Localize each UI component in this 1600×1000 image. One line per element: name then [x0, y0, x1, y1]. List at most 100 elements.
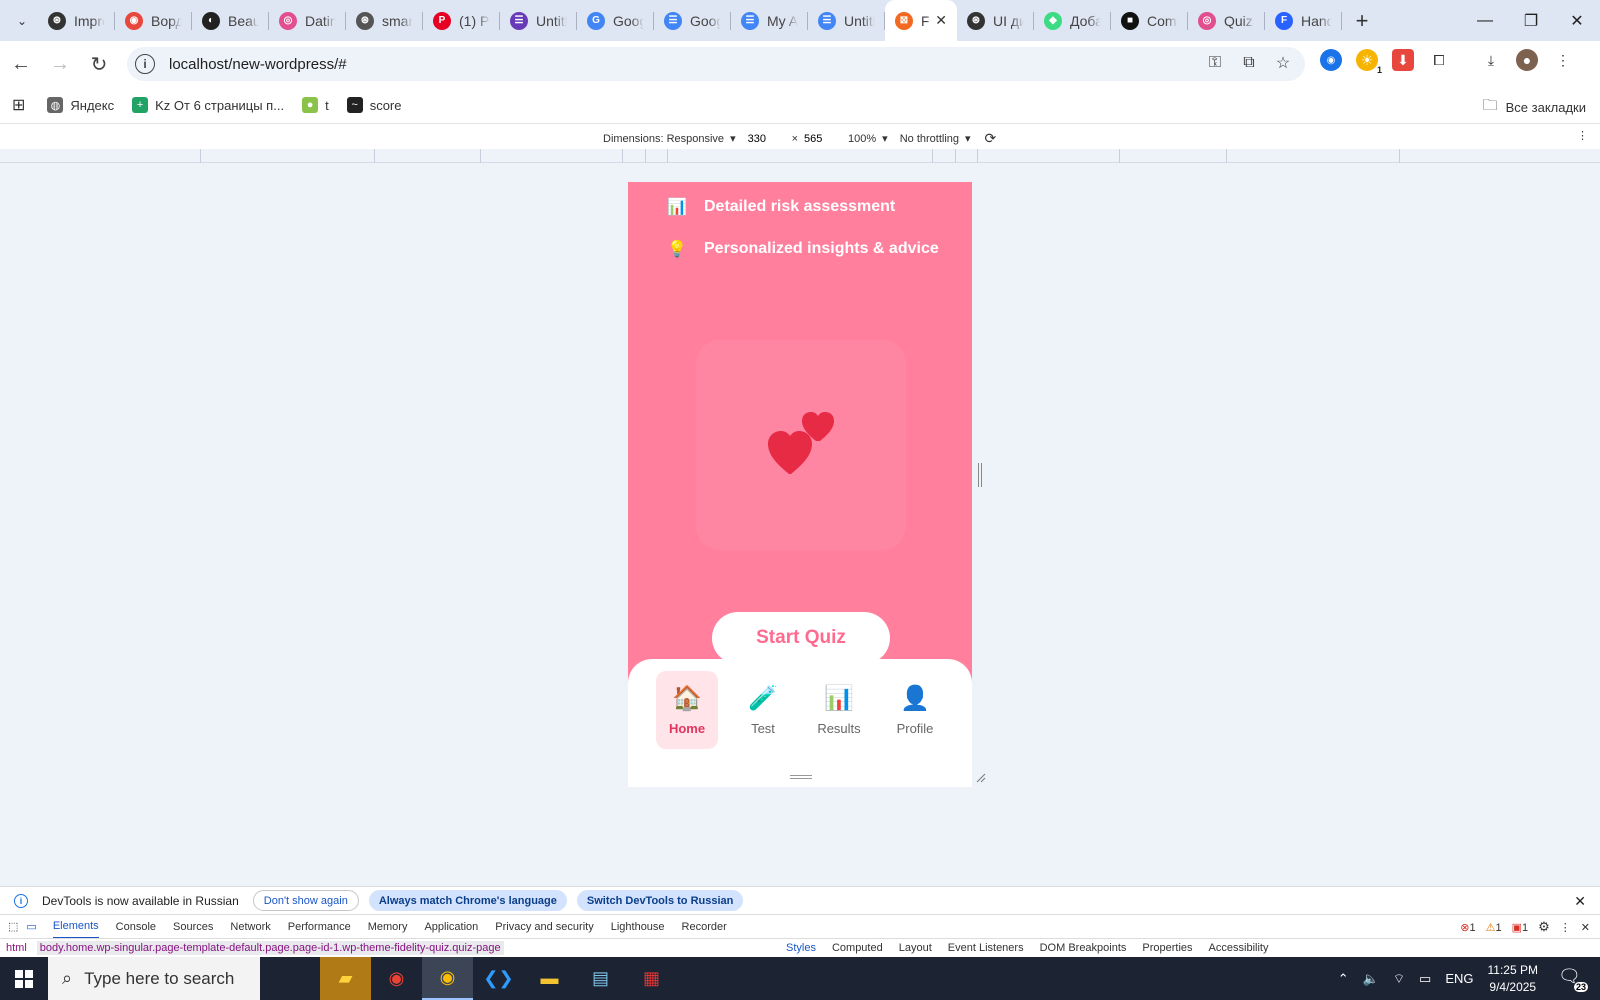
inspect-icon[interactable]: ⬚ [8, 920, 18, 933]
winrar-icon[interactable]: ▦ [626, 957, 677, 1000]
menu-kebab-icon[interactable]: ⋮ [1552, 49, 1574, 71]
vscode-icon[interactable]: ❮❯ [473, 957, 524, 1000]
browser-tab[interactable]: ◎ Datin [269, 0, 346, 41]
back-button[interactable]: ← [3, 46, 39, 82]
browser-tab[interactable]: ◆ Доба [1034, 0, 1111, 41]
bookmark-item[interactable]: ● t [302, 97, 329, 113]
restore-button[interactable]: ❐ [1508, 0, 1554, 41]
switch-russian-button[interactable]: Switch DevTools to Russian [576, 890, 744, 911]
clock[interactable]: 11:25 PM 9/4/2025 [1488, 962, 1538, 996]
sticky-notes-icon[interactable]: ▰ [320, 957, 371, 1000]
close-icon[interactable]: ✕ [1574, 893, 1586, 910]
dimensions-select[interactable]: Dimensions: Responsive [603, 133, 724, 145]
language-indicator[interactable]: ENG [1445, 971, 1473, 986]
crumb-body[interactable]: body.home.wp-singular.page-template-defa… [36, 941, 504, 955]
settings-gear-icon[interactable]: ⚙ [1538, 919, 1550, 935]
issue-count[interactable]: ▣1 [1512, 921, 1529, 934]
bookmark-item[interactable]: ◍ Яндекс [47, 97, 114, 113]
close-tab-icon[interactable]: ✕ [935, 12, 947, 29]
browser-tab[interactable]: ⊛ UI ди [957, 0, 1034, 41]
tab-search-button[interactable]: ⌄ [6, 5, 38, 37]
url-text[interactable]: localhost/new-wordpress/# [169, 56, 347, 73]
browser-tab[interactable]: ⊛ smart [346, 0, 423, 41]
sidebar-pane-tab[interactable]: Accessibility [1209, 942, 1269, 954]
taskbar-search[interactable]: ⌕ Type here to search [48, 957, 260, 1000]
all-bookmarks-button[interactable]: 🗀 Все закладки [1483, 95, 1586, 120]
device-toggle-icon[interactable]: ▭ [26, 920, 36, 933]
throttling-select[interactable]: No throttling [900, 133, 959, 145]
site-info-icon[interactable]: i [135, 54, 155, 74]
chevron-up-icon[interactable]: ⌃ [1338, 971, 1349, 987]
address-bar[interactable]: i localhost/new-wordpress/# ⚿ ⧉ ☆ [127, 47, 1305, 81]
translate-icon[interactable]: ⧉ [1239, 53, 1259, 73]
forward-button[interactable]: → [42, 46, 78, 82]
sidebar-pane-tab[interactable]: Styles [786, 942, 816, 954]
devtools-tab[interactable]: Performance [288, 915, 351, 939]
new-tab-button[interactable]: + [1346, 5, 1378, 37]
device-more-icon[interactable]: ⋮ [1577, 129, 1588, 142]
bottom-resize-handle[interactable] [790, 775, 812, 779]
warning-count[interactable]: ⚠1 [1486, 921, 1502, 934]
battery-icon[interactable]: ▭ [1419, 971, 1431, 987]
apps-grid-icon[interactable]: ⊞ [12, 95, 25, 115]
extension-sun-icon[interactable]: ☀ 1 [1356, 49, 1382, 75]
chrome-icon[interactable]: ◉ [371, 957, 422, 1000]
file-explorer-icon[interactable]: ▬ [524, 957, 575, 1000]
start-button[interactable] [0, 957, 48, 1000]
dont-show-again-button[interactable]: Don't show again [252, 890, 359, 911]
start-quiz-button[interactable]: Start Quiz [712, 612, 890, 664]
avatar[interactable]: ● [1516, 49, 1538, 71]
devtools-tab[interactable]: Console [116, 915, 156, 939]
minimize-button[interactable]: — [1462, 0, 1508, 41]
rotate-icon[interactable]: ⟳ [985, 130, 997, 147]
browser-tab[interactable]: ⊠ F ✕ [885, 0, 957, 41]
error-count[interactable]: ⊗1 [1460, 921, 1475, 934]
zoom-select[interactable]: 100% [848, 133, 876, 145]
height-input[interactable] [804, 131, 843, 146]
notepad-icon[interactable]: ▤ [575, 957, 626, 1000]
download-icon[interactable]: ⤓ [1480, 49, 1502, 71]
devtools-tab[interactable]: Network [230, 915, 270, 939]
width-input[interactable] [747, 131, 786, 146]
sidebar-pane-tab[interactable]: Properties [1142, 942, 1192, 954]
devtools-tab[interactable]: Elements [52, 915, 99, 939]
browser-tab[interactable]: ◎ Quiz [1188, 0, 1265, 41]
sidebar-pane-tab[interactable]: Computed [832, 942, 883, 954]
devtools-tab[interactable]: Recorder [682, 915, 727, 939]
browser-tab[interactable]: ◉ Ворд [115, 0, 192, 41]
wifi-icon[interactable]: ⌔ [1393, 971, 1405, 987]
extension-download-icon[interactable]: ⬇ [1392, 49, 1414, 71]
devtools-tab[interactable]: Memory [368, 915, 408, 939]
browser-tab[interactable]: ■ Comp [1111, 0, 1188, 41]
browser-tab[interactable]: ⊛ Impro [38, 0, 115, 41]
crumb-html[interactable]: html [6, 942, 27, 954]
browser-tab[interactable]: G Goog [577, 0, 654, 41]
browser-tab[interactable]: ◐ Beaut [192, 0, 269, 41]
browser-tab[interactable]: ☰ Untitl [500, 0, 577, 41]
nav-item-results[interactable]: 📊 Results [808, 671, 870, 749]
devtools-menu-icon[interactable]: ⋮ [1560, 921, 1571, 934]
devtools-tab[interactable]: Application [424, 915, 478, 939]
sidebar-pane-tab[interactable]: DOM Breakpoints [1040, 942, 1127, 954]
devtools-tab[interactable]: Lighthouse [611, 915, 665, 939]
devtools-tab[interactable]: Privacy and security [495, 915, 593, 939]
browser-tab[interactable]: ☰ Goog [654, 0, 731, 41]
sidebar-pane-tab[interactable]: Event Listeners [948, 942, 1024, 954]
browser-tab[interactable]: F Hand [1265, 0, 1342, 41]
star-icon[interactable]: ☆ [1273, 53, 1293, 73]
bookmark-item[interactable]: ~ score [346, 97, 401, 113]
bookmark-item[interactable]: + Kz От 6 страницы п... [132, 97, 284, 113]
side-resize-handle[interactable] [978, 463, 982, 487]
key-icon[interactable]: ⚿ [1205, 53, 1225, 73]
match-language-button[interactable]: Always match Chrome's language [368, 890, 567, 911]
volume-icon[interactable]: 🔈 [1363, 971, 1379, 987]
corner-resize-handle[interactable] [974, 771, 986, 783]
nav-item-profile[interactable]: 👤 Profile [884, 671, 946, 749]
close-devtools-icon[interactable]: ✕ [1581, 921, 1590, 934]
extension-blue-icon[interactable]: ◉ [1320, 49, 1342, 71]
browser-tab[interactable]: ☰ Untitl [808, 0, 885, 41]
puzzle-icon[interactable]: ⧠ [1428, 49, 1450, 71]
browser-tab[interactable]: P (1) Pi [423, 0, 500, 41]
close-window-button[interactable]: ✕ [1554, 0, 1600, 41]
nav-item-test[interactable]: 🧪 Test [732, 671, 794, 749]
